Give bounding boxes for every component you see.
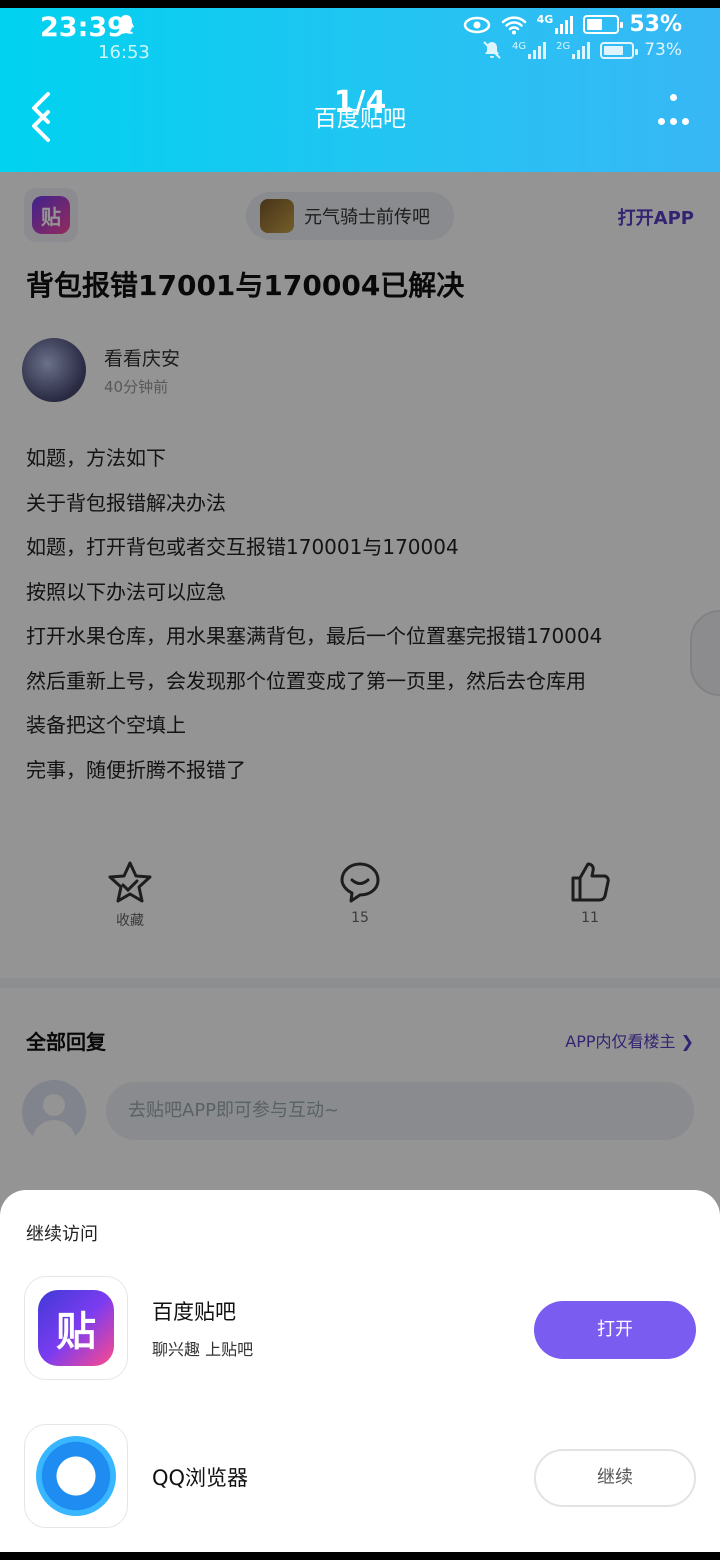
app-option-qq-browser[interactable]: QQ浏览器 继续 <box>0 1424 720 1530</box>
eye-icon <box>463 16 490 33</box>
app-option-tieba[interactable]: 贴 百度贴吧 聊兴趣 上贴吧 打开 <box>0 1276 720 1382</box>
signal-icon-secondary-2 <box>572 41 591 59</box>
battery-percent: 53% <box>629 12 682 37</box>
status-time: 23:39 <box>40 12 126 43</box>
tieba-icon-mark: 贴 <box>38 1290 114 1366</box>
status-time-secondary: 16:53 <box>98 42 150 63</box>
page-title: 百度贴吧 <box>314 106 406 132</box>
signal-icon-secondary-1 <box>528 41 547 59</box>
network-label-primary: 4G <box>536 13 554 26</box>
continue-button[interactable]: 继续 <box>534 1449 696 1507</box>
battery-fill <box>587 19 603 30</box>
sheet-title: 继续访问 <box>26 1224 98 1245</box>
header-title-group: 1/4 百度贴吧 <box>0 86 720 133</box>
network-label-secondary-2: 2G <box>556 40 571 52</box>
battery-charging-icon <box>583 15 624 34</box>
continue-sheet: 继续访问 贴 百度贴吧 聊兴趣 上贴吧 打开 QQ浏览器 继续 <box>0 1190 720 1554</box>
more-dots-icon[interactable] <box>654 92 694 132</box>
battery-percent-secondary: 73% <box>644 40 682 60</box>
status-icons-primary: 4G 53% <box>463 12 682 37</box>
qq-browser-icon <box>36 1436 116 1516</box>
navigation-bar-edge <box>0 1552 720 1560</box>
status-bar-edge <box>0 0 720 8</box>
app-name: 百度贴吧 <box>152 1300 236 1324</box>
qq-browser-app-icon[interactable] <box>24 1424 128 1528</box>
app-description: 聊兴趣 上贴吧 <box>152 1340 254 1359</box>
bell-muted-icon <box>483 41 501 59</box>
battery-icon-secondary <box>600 41 639 59</box>
status-icons-secondary: 4G 2G 73% <box>482 40 682 60</box>
top-bar: 23:39 16:53 4G 53% 4G 2G 73% 1/4 百度贴吧 <box>0 0 720 172</box>
battery-fill-secondary <box>604 45 624 55</box>
signal-icon <box>555 15 574 34</box>
network-label-secondary-1: 4G <box>511 40 527 52</box>
tieba-app-icon[interactable]: 贴 <box>24 1276 128 1380</box>
app-name: QQ浏览器 <box>152 1466 249 1490</box>
wifi-icon <box>501 15 526 34</box>
open-button[interactable]: 打开 <box>534 1301 696 1359</box>
qq-notification-icon <box>118 15 134 34</box>
